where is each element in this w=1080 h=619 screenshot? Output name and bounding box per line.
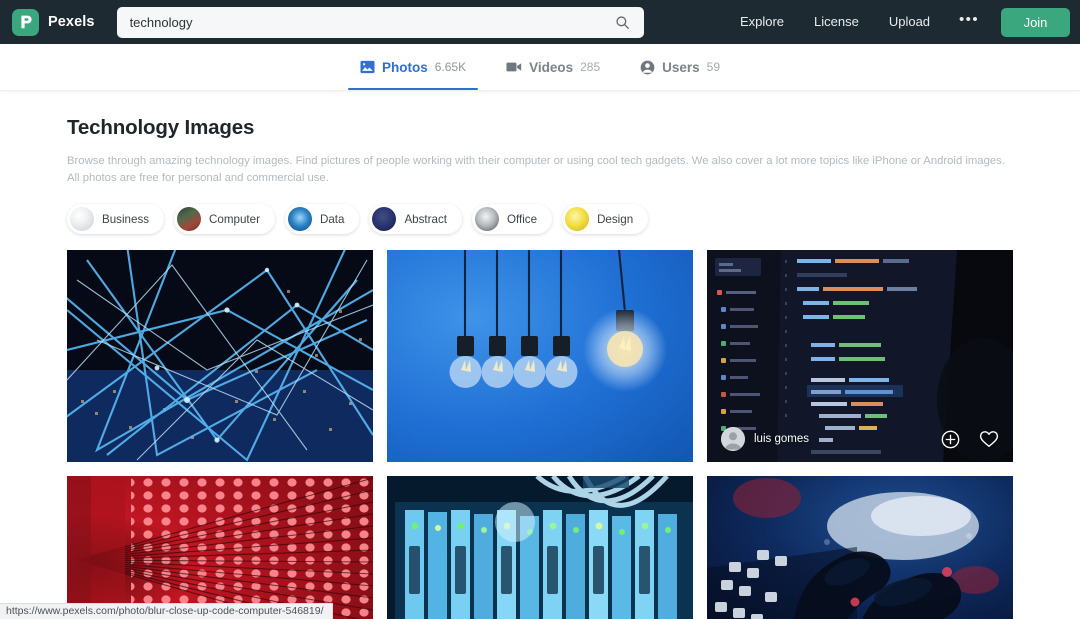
chip-computer[interactable]: Computer: [174, 204, 275, 235]
chip-office[interactable]: Office: [471, 204, 553, 235]
category-chip-list: Business Computer Data Abstract Office D…: [67, 204, 1013, 235]
tab-videos[interactable]: Videos 285: [486, 44, 620, 90]
page-title: Technology Images: [67, 116, 255, 139]
photo-author-name[interactable]: luis gomes: [754, 433, 809, 445]
page-description: Browse through amazing technology images…: [67, 155, 1005, 185]
chip-abstract[interactable]: Abstract: [369, 204, 462, 235]
heart-icon[interactable]: [979, 430, 999, 448]
photo-card[interactable]: [707, 476, 1013, 619]
chip-label: Business: [102, 212, 150, 226]
chip-label: Office: [506, 212, 538, 226]
search-bar[interactable]: [116, 6, 644, 38]
avatar[interactable]: [721, 427, 745, 452]
photo-icon: [360, 60, 375, 74]
search-input[interactable]: [129, 6, 612, 38]
header-nav: Explore License Upload ••• Join: [725, 0, 1070, 44]
computer-thumb-icon: [177, 207, 202, 232]
user-circle-icon: [640, 60, 655, 75]
chip-label: Data: [319, 212, 345, 226]
more-menu-icon[interactable]: •••: [945, 12, 993, 32]
main-content: Technology Images Browse through amazing…: [0, 90, 1080, 619]
photo-grid: luis gomes: [67, 250, 1013, 619]
tab-videos-count: 285: [580, 60, 601, 74]
photo-thumbnail-network: [67, 250, 373, 463]
tab-users[interactable]: Users 59: [620, 44, 740, 90]
brand-logo-area[interactable]: Pexels: [12, 8, 95, 36]
data-thumb-icon: [287, 207, 312, 232]
photo-card[interactable]: [67, 476, 373, 619]
tab-photos[interactable]: Photos 6.65K: [340, 44, 486, 90]
tab-users-count: 59: [706, 60, 721, 74]
pexels-p-logo-icon: [12, 8, 39, 36]
browser-status-bar-url: https://www.pexels.com/photo/blur-close-…: [0, 603, 333, 619]
photo-thumbnail-lightbulbs: [387, 250, 693, 463]
photo-card[interactable]: [387, 250, 693, 463]
photo-overlay-actions: [941, 430, 999, 449]
nav-link-upload[interactable]: Upload: [874, 0, 945, 44]
chip-design[interactable]: Design: [562, 204, 649, 235]
search-result-tabs: Photos 6.65K Videos 285 Users 59: [0, 44, 1080, 90]
photo-thumbnail-server-racks: [387, 476, 693, 619]
nav-link-license[interactable]: License: [799, 0, 874, 44]
tab-photos-label: Photos: [381, 59, 428, 75]
join-button[interactable]: Join: [1001, 7, 1070, 37]
chip-label: Computer: [209, 212, 260, 226]
top-header: Pexels Explore License Upload ••• Join: [0, 0, 1080, 44]
design-thumb-icon: [565, 207, 590, 232]
business-thumb-icon: [70, 207, 94, 232]
photo-card[interactable]: [67, 250, 373, 463]
abstract-thumb-icon: [372, 207, 397, 232]
chip-business[interactable]: Business: [67, 204, 165, 235]
tab-photos-count: 6.65K: [434, 60, 467, 74]
plus-circle-icon[interactable]: [941, 430, 960, 449]
photo-thumbnail-hands-keyboard: [707, 476, 1013, 619]
chip-label: Abstract: [404, 212, 447, 226]
brand-name: Pexels: [48, 14, 95, 30]
tab-videos-label: Videos: [529, 59, 574, 75]
chip-label: Design: [597, 212, 634, 226]
search-icon[interactable]: [612, 11, 634, 33]
video-camera-icon: [506, 61, 522, 73]
tab-users-label: Users: [662, 59, 700, 75]
photo-overlay: luis gomes: [707, 416, 1013, 462]
chip-data[interactable]: Data: [284, 204, 360, 235]
nav-link-explore[interactable]: Explore: [725, 0, 799, 44]
photo-thumbnail-red-led: [67, 476, 373, 619]
office-thumb-icon: [474, 207, 499, 232]
photo-card[interactable]: [387, 476, 693, 619]
photo-card[interactable]: luis gomes: [707, 250, 1013, 463]
